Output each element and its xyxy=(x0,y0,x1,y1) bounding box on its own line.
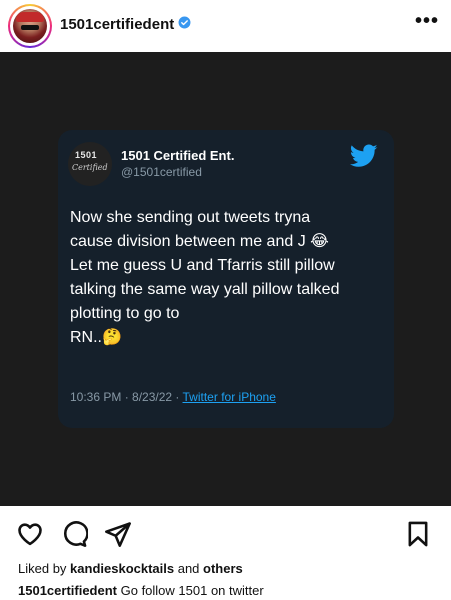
liked-prefix: Liked by xyxy=(18,561,71,576)
likes-summary: Liked by kandieskocktails and others xyxy=(18,561,243,576)
username[interactable]: 1501certifiedent xyxy=(60,16,174,33)
action-bar xyxy=(0,506,451,558)
avatar[interactable] xyxy=(8,4,52,48)
post-caption: 1501certifiedent Go follow 1501 on twitt… xyxy=(18,583,264,598)
post-header: 1501certifiedent ••• xyxy=(0,0,451,52)
save-bookmark-icon[interactable] xyxy=(404,520,432,548)
profile-photo xyxy=(13,9,47,43)
tweet-avatar-label: 1501 xyxy=(75,150,98,160)
tweet-source-link[interactable]: Twitter for iPhone xyxy=(183,390,276,404)
like-heart-icon[interactable] xyxy=(16,520,44,548)
liked-and: and xyxy=(174,561,204,576)
tweet-text: Now she sending out tweets tryna cause d… xyxy=(70,209,340,346)
post-image: 1501 Certified 1501 Certified Ent. @1501… xyxy=(0,52,451,506)
tweet-card: 1501 Certified 1501 Certified Ent. @1501… xyxy=(58,130,394,428)
verified-badge-icon xyxy=(178,16,191,29)
caption-username[interactable]: 1501certifiedent xyxy=(18,583,117,598)
liked-by-user[interactable]: kandieskocktails xyxy=(70,561,174,576)
tweet-timestamp: 10:36 PM · 8/23/22 · xyxy=(70,390,183,404)
share-paper-plane-icon[interactable] xyxy=(104,520,132,548)
tweet-display-name: 1501 Certified Ent. xyxy=(121,148,235,163)
tweet-avatar: 1501 Certified xyxy=(68,142,112,186)
tweet-avatar-sublabel: Certified xyxy=(72,163,108,172)
liked-others[interactable]: others xyxy=(203,561,243,576)
twitter-bird-icon xyxy=(350,144,378,167)
more-options-button[interactable]: ••• xyxy=(415,10,439,33)
tweet-meta: 10:36 PM · 8/23/22 · Twitter for iPhone xyxy=(70,390,276,404)
comment-icon[interactable] xyxy=(60,520,88,548)
tweet-handle: @1501certified xyxy=(121,165,202,179)
caption-text: Go follow 1501 on twitter xyxy=(117,583,264,598)
